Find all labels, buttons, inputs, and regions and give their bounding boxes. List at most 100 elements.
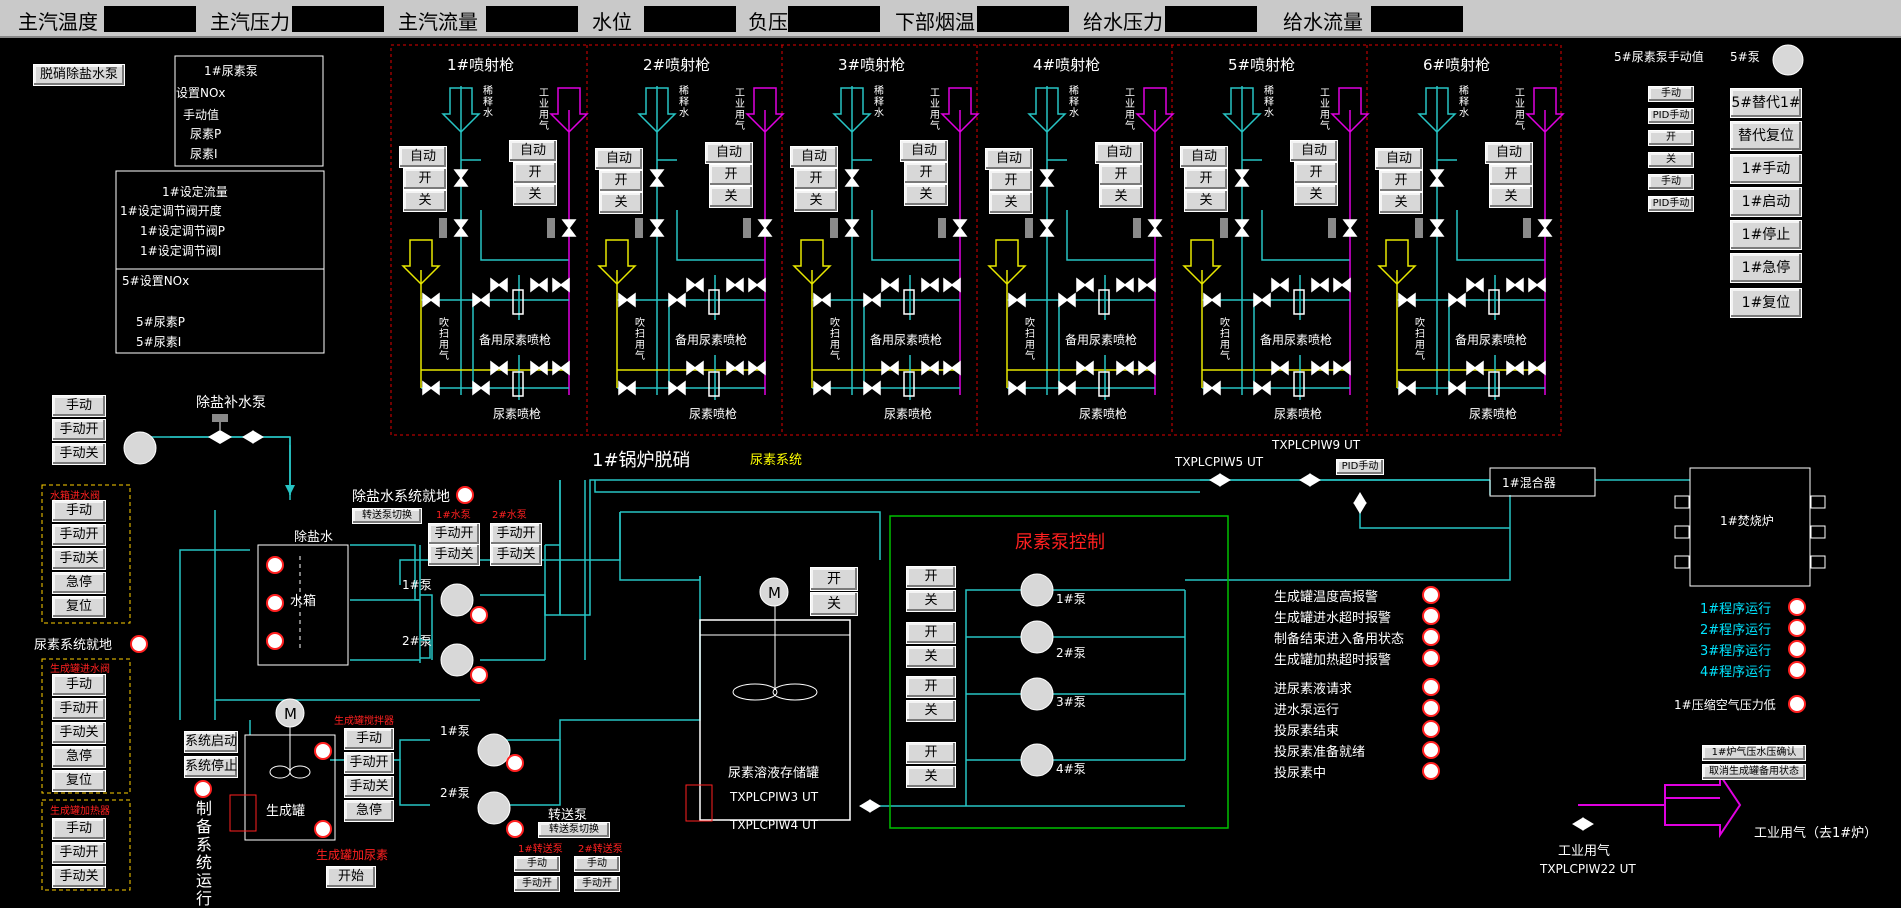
gen-heater-manual-open[interactable]: 手动开: [52, 842, 106, 864]
gun-3-close-right[interactable]: 关: [904, 184, 948, 206]
gun-5-auto-left[interactable]: 自动: [1180, 146, 1228, 168]
manual-open-button[interactable]: 手动开: [52, 419, 106, 441]
gun-4-open-left[interactable]: 开: [989, 170, 1033, 192]
gen-inlet-manual[interactable]: 手动: [52, 674, 106, 696]
gun-3-open-left[interactable]: 开: [794, 168, 838, 190]
water-pump-2-manual-open[interactable]: 手动开: [490, 523, 542, 545]
furnace-pressure-confirm-button[interactable]: 1#炉气压水压确认: [1702, 745, 1806, 761]
storage-open-button[interactable]: 开: [810, 567, 858, 591]
storage-close-button[interactable]: 关: [810, 592, 858, 616]
water-pump-2-manual-close[interactable]: 手动关: [490, 544, 542, 566]
pump1-stop-button[interactable]: 1#停止: [1730, 220, 1802, 250]
demin-pump-button[interactable]: 脱硝除盐水泵: [33, 64, 125, 86]
water-inlet-manual[interactable]: 手动: [52, 500, 106, 522]
gun-3-close-left[interactable]: 关: [794, 190, 838, 212]
pump5-close-button[interactable]: 关: [1648, 152, 1694, 168]
gun-4-purge-label: 吹扫用气: [1025, 318, 1035, 362]
gun-5-open-left[interactable]: 开: [1184, 168, 1228, 190]
gen-heater-manual[interactable]: 手动: [52, 818, 106, 840]
gun-2-auto-right[interactable]: 自动: [705, 142, 753, 164]
urea-pump-4-open[interactable]: 开: [906, 742, 956, 764]
stirrer-manual-close[interactable]: 手动关: [344, 776, 394, 798]
system-stop-button[interactable]: 系统停止: [184, 756, 238, 778]
gun-1-close-left[interactable]: 关: [403, 190, 447, 212]
water-inlet-manual-open[interactable]: 手动开: [52, 524, 106, 546]
water-pump-1-manual-open[interactable]: 手动开: [428, 523, 480, 545]
gun-2-close-right[interactable]: 关: [709, 186, 753, 208]
gun-3-auto-left[interactable]: 自动: [790, 146, 838, 168]
gun-1-open-right[interactable]: 开: [513, 162, 557, 184]
urea-pump-3-open[interactable]: 开: [906, 676, 956, 698]
gun-6-open-right[interactable]: 开: [1489, 164, 1533, 186]
water-pump-1-manual-close[interactable]: 手动关: [428, 544, 480, 566]
gun-5-close-left[interactable]: 关: [1184, 190, 1228, 212]
gen-inlet-reset[interactable]: 复位: [52, 770, 106, 792]
gen-add-urea-start-button[interactable]: 开始: [326, 866, 376, 888]
water-inlet-reset[interactable]: 复位: [52, 596, 106, 618]
replace-reset-button[interactable]: 替代复位: [1730, 121, 1802, 151]
pump5-manual-button-2[interactable]: 手动: [1648, 174, 1694, 190]
transfer-switch-button[interactable]: 转送泵切换: [352, 508, 422, 524]
gen-inlet-manual-open[interactable]: 手动开: [52, 698, 106, 720]
gun-5-open-right[interactable]: 开: [1294, 162, 1338, 184]
gun-2-auto-left[interactable]: 自动: [595, 148, 643, 170]
gun-5-close-right[interactable]: 关: [1294, 184, 1338, 206]
pid-manual-button[interactable]: PID手动: [1336, 459, 1384, 475]
urea-pump-2-open[interactable]: 开: [906, 622, 956, 644]
stirrer-emergency-stop[interactable]: 急停: [344, 800, 394, 822]
pump5-replace-1-button[interactable]: 5#替代1#: [1730, 88, 1802, 118]
gen-heater-manual-close[interactable]: 手动关: [52, 866, 106, 888]
gun-6-open-left[interactable]: 开: [1379, 170, 1423, 192]
transfer-pump-1-label: 1#泵: [440, 724, 470, 738]
pump5-manual-button[interactable]: 手动: [1648, 86, 1694, 102]
gen-inlet-emergency-stop[interactable]: 急停: [52, 746, 106, 768]
gen-inlet-manual-close[interactable]: 手动关: [52, 722, 106, 744]
urea-pump-4-close[interactable]: 关: [906, 766, 956, 788]
gun-6-auto-right[interactable]: 自动: [1485, 142, 1533, 164]
urea-pump-3-close[interactable]: 关: [906, 700, 956, 722]
pump5-pid-manual-button[interactable]: PID手动: [1648, 108, 1694, 124]
urea-panel-line: 尿素P: [190, 127, 222, 141]
manual-button[interactable]: 手动: [52, 395, 106, 417]
water-inlet-manual-close[interactable]: 手动关: [52, 548, 106, 570]
manual-close-button[interactable]: 手动关: [52, 443, 106, 465]
urea-pump-1-open[interactable]: 开: [906, 566, 956, 588]
gun-4-auto-left[interactable]: 自动: [985, 148, 1033, 170]
transfer-pump-2-manual[interactable]: 手动: [574, 856, 620, 872]
transfer-pump-2-manual-open[interactable]: 手动开: [574, 876, 620, 892]
water-inlet-emergency-stop[interactable]: 急停: [52, 572, 106, 594]
urea-pump-2-close[interactable]: 关: [906, 646, 956, 668]
gun-6-auto-left[interactable]: 自动: [1375, 148, 1423, 170]
gun-3-auto-right[interactable]: 自动: [900, 140, 948, 162]
transfer-pump-1-manual-open[interactable]: 手动开: [514, 876, 560, 892]
transfer-pump-1-manual[interactable]: 手动: [514, 856, 560, 872]
pump1-reset-button[interactable]: 1#复位: [1730, 288, 1802, 318]
stirrer-manual-open[interactable]: 手动开: [344, 752, 394, 774]
gun-4-open-right[interactable]: 开: [1099, 164, 1143, 186]
gun-6-close-right[interactable]: 关: [1489, 186, 1533, 208]
stirrer-manual[interactable]: 手动: [344, 728, 394, 750]
gun-3-open-right[interactable]: 开: [904, 162, 948, 184]
transfer-pump-switch-button[interactable]: 转送泵切换: [538, 822, 610, 838]
gun-4-close-left[interactable]: 关: [989, 192, 1033, 214]
urea-pump-1-close[interactable]: 关: [906, 590, 956, 612]
gun-4-auto-right[interactable]: 自动: [1095, 142, 1143, 164]
gun-1-auto-right[interactable]: 自动: [509, 140, 557, 162]
gun-6-close-left[interactable]: 关: [1379, 192, 1423, 214]
system-start-button[interactable]: 系统启动: [184, 731, 238, 753]
pump5-open-button[interactable]: 开: [1648, 130, 1694, 146]
alarm-indicator: [1422, 720, 1440, 738]
cancel-gen-standby-button[interactable]: 取消生成罐备用状态: [1702, 764, 1806, 780]
gun-1-close-right[interactable]: 关: [513, 184, 557, 206]
pump1-emergency-stop-button[interactable]: 1#急停: [1730, 253, 1802, 283]
gun-4-close-right[interactable]: 关: [1099, 186, 1143, 208]
gun-1-open-left[interactable]: 开: [403, 168, 447, 190]
pump1-manual-button[interactable]: 1#手动: [1730, 154, 1802, 184]
pump5-pid-manual-button-2[interactable]: PID手动: [1648, 196, 1694, 212]
gun-2-open-left[interactable]: 开: [599, 170, 643, 192]
gun-5-auto-right[interactable]: 自动: [1290, 140, 1338, 162]
gun-2-open-right[interactable]: 开: [709, 164, 753, 186]
gun-1-auto-left[interactable]: 自动: [399, 146, 447, 168]
pump1-start-button[interactable]: 1#启动: [1730, 187, 1802, 217]
gun-2-close-left[interactable]: 关: [599, 192, 643, 214]
